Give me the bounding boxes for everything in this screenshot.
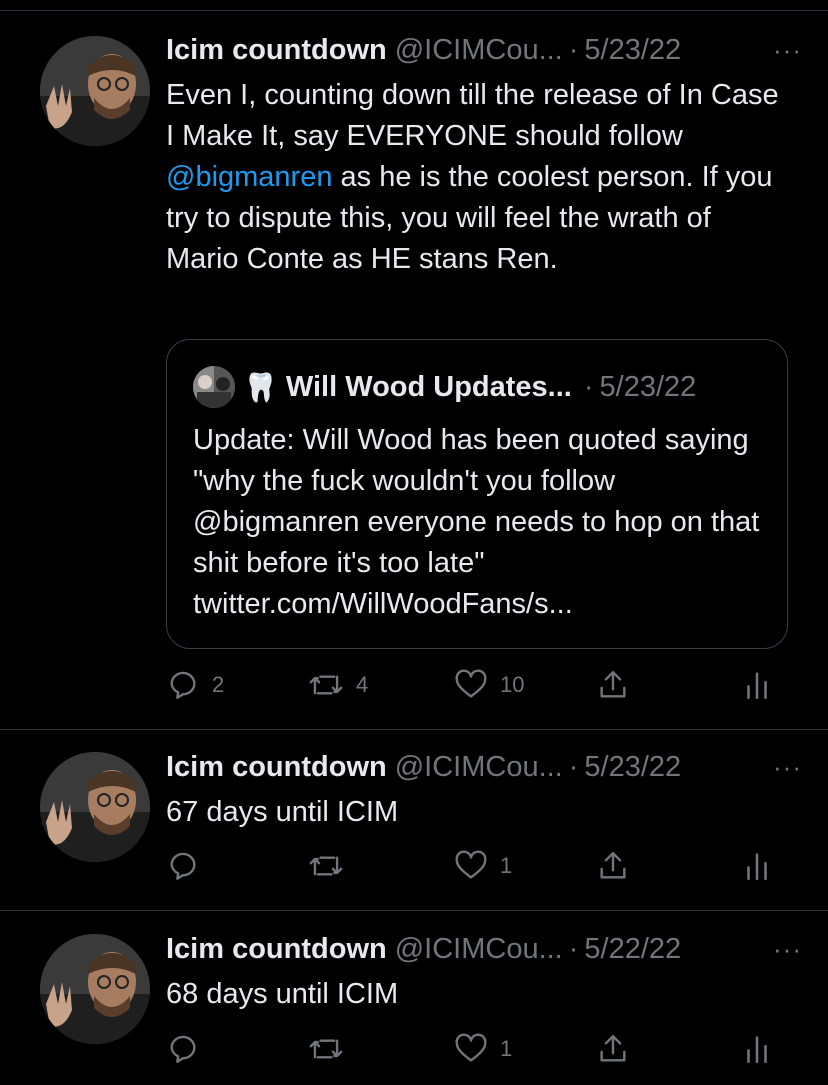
quoted-author-name: Will Wood Updates... bbox=[285, 370, 572, 403]
avatar[interactable] bbox=[40, 752, 150, 862]
quoted-avatar bbox=[193, 366, 235, 408]
tweet-divider bbox=[0, 729, 828, 730]
tweet-header: Icim countdown @ICIMCou... · 5/22/22 ··· bbox=[166, 929, 808, 969]
quoted-tweet[interactable]: 🦷 Will Wood Updates... · 5/23/22 Update:… bbox=[166, 339, 788, 649]
mention-link[interactable]: @bigmanren bbox=[166, 161, 332, 193]
tweet-date[interactable]: 5/23/22 bbox=[584, 751, 681, 784]
more-icon[interactable]: ··· bbox=[773, 929, 802, 969]
more-icon[interactable]: ··· bbox=[773, 30, 802, 70]
like-button[interactable]: 1 bbox=[454, 1029, 512, 1069]
tweet-divider bbox=[0, 910, 828, 911]
heart-icon bbox=[455, 1033, 487, 1062]
avatar[interactable] bbox=[40, 36, 150, 146]
tweet-actions: 1 bbox=[166, 1029, 786, 1069]
tweet-date[interactable]: 5/23/22 bbox=[584, 34, 681, 67]
retweet-button[interactable]: 4 bbox=[308, 665, 368, 705]
analytics-button[interactable] bbox=[742, 665, 772, 705]
retweet-count: 4 bbox=[356, 672, 369, 697]
retweet-icon bbox=[309, 856, 343, 876]
separator-dot: · bbox=[568, 33, 579, 66]
reply-icon bbox=[170, 852, 196, 880]
author-handle[interactable]: @ICIMCou... bbox=[395, 933, 563, 966]
author-handle[interactable]: @ICIMCou... bbox=[395, 751, 563, 784]
avatar[interactable] bbox=[40, 934, 150, 1044]
analytics-icon bbox=[747, 853, 767, 881]
separator-dot: · bbox=[583, 370, 594, 403]
retweet-icon bbox=[309, 1039, 343, 1059]
like-count: 1 bbox=[500, 853, 513, 878]
author-name[interactable]: Icim countdown bbox=[166, 34, 387, 67]
more-icon[interactable]: ··· bbox=[773, 747, 802, 787]
tweet-text: 68 days until ICIM bbox=[166, 978, 399, 1010]
heart-icon bbox=[455, 669, 487, 698]
reply-button[interactable] bbox=[166, 846, 212, 886]
like-count: 1 bbox=[500, 1036, 513, 1061]
separator-dot: · bbox=[568, 750, 579, 783]
retweet-button[interactable] bbox=[308, 1029, 356, 1069]
tweet-actions: 2 4 10 bbox=[166, 665, 786, 705]
reply-button[interactable] bbox=[166, 1029, 212, 1069]
share-button[interactable] bbox=[596, 665, 630, 705]
reply-button[interactable]: 2 bbox=[166, 665, 224, 705]
share-button[interactable] bbox=[596, 846, 630, 886]
quoted-tweet-header: 🦷 Will Wood Updates... · 5/23/22 bbox=[193, 366, 696, 408]
heart-icon bbox=[455, 850, 487, 879]
tweet-header: Icim countdown @ICIMCou... · 5/23/22 ··· bbox=[166, 747, 808, 787]
author-handle[interactable]: @ICIMCou... bbox=[395, 34, 563, 67]
reply-count: 2 bbox=[212, 672, 225, 697]
analytics-icon bbox=[747, 1036, 767, 1064]
like-count: 10 bbox=[500, 672, 525, 697]
author-name[interactable]: Icim countdown bbox=[166, 933, 387, 966]
like-button[interactable]: 1 bbox=[454, 846, 512, 886]
tweet-text: Even I, counting down till the release o… bbox=[166, 75, 786, 280]
tweet-header: Icim countdown @ICIMCou... · 5/23/22 ··· bbox=[166, 30, 808, 70]
quoted-tweet-text: Update: Will Wood has been quoted saying… bbox=[193, 424, 760, 620]
analytics-button[interactable] bbox=[742, 846, 772, 886]
analytics-icon bbox=[747, 672, 767, 700]
share-icon bbox=[600, 1035, 626, 1062]
tweet-text-part: Even I, counting down till the release o… bbox=[166, 79, 779, 152]
author-name[interactable]: Icim countdown bbox=[166, 751, 387, 784]
retweet-button[interactable] bbox=[308, 846, 356, 886]
tooth-emoji-icon: 🦷 bbox=[243, 371, 278, 403]
reply-icon bbox=[170, 1035, 196, 1063]
tweet-actions: 1 bbox=[166, 846, 786, 886]
reply-icon bbox=[170, 671, 196, 699]
analytics-button[interactable] bbox=[742, 1029, 772, 1069]
tweet-date[interactable]: 5/22/22 bbox=[584, 933, 681, 966]
share-button[interactable] bbox=[596, 1029, 630, 1069]
top-divider bbox=[0, 10, 828, 11]
share-icon bbox=[600, 852, 626, 879]
quoted-date: 5/23/22 bbox=[599, 370, 697, 403]
separator-dot: · bbox=[568, 932, 579, 965]
tweet-text: 67 days until ICIM bbox=[166, 796, 399, 828]
retweet-icon bbox=[309, 675, 343, 695]
share-icon bbox=[600, 671, 626, 698]
like-button[interactable]: 10 bbox=[454, 665, 524, 705]
